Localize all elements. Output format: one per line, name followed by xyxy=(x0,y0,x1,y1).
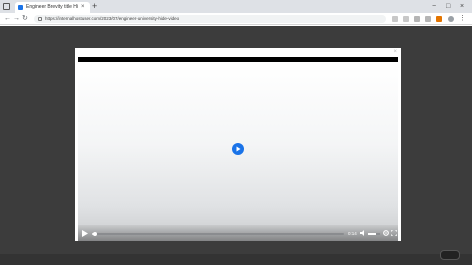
extension-icon[interactable] xyxy=(392,16,398,22)
menu-icon[interactable]: ⋮ xyxy=(459,15,466,22)
reload-icon[interactable]: ↻ xyxy=(22,14,28,24)
extension-icon[interactable] xyxy=(436,16,442,22)
address-bar[interactable]: https://internalhostuser.com/2023/07/eng… xyxy=(34,15,386,23)
video-modal: × 0:14 xyxy=(75,48,401,241)
progress-bar[interactable] xyxy=(92,232,344,236)
play-control-icon[interactable] xyxy=(82,230,88,237)
video-controls: 0:14 xyxy=(78,225,398,241)
page-footer xyxy=(0,254,472,265)
fullscreen-icon[interactable] xyxy=(391,230,397,236)
volume-slider[interactable] xyxy=(368,233,380,235)
close-window-button[interactable]: × xyxy=(460,1,464,12)
maximize-button[interactable]: □ xyxy=(446,1,450,12)
favicon-icon xyxy=(18,5,23,10)
extension-icon[interactable] xyxy=(425,16,431,22)
chat-button[interactable] xyxy=(440,250,460,260)
settings-gear-icon[interactable] xyxy=(383,230,389,236)
volume-fill xyxy=(368,233,377,235)
browser-tab-bar: Engineer Brevity title Hide × + − □ × xyxy=(0,0,472,13)
minimize-button[interactable]: − xyxy=(432,1,436,12)
lock-icon[interactable] xyxy=(38,17,42,21)
progress-handle[interactable] xyxy=(92,232,97,236)
volume-icon[interactable] xyxy=(360,230,366,236)
modal-header-strip xyxy=(78,57,398,62)
back-arrow-icon[interactable]: ← xyxy=(4,14,11,24)
time-display: 0:14 xyxy=(348,231,357,236)
extension-icon[interactable] xyxy=(414,16,420,22)
url-text: https://internalhostuser.com/2023/07/eng… xyxy=(45,16,180,21)
tab-title: Engineer Brevity title Hide xyxy=(26,4,78,10)
window-icon[interactable] xyxy=(3,3,10,10)
extension-icon[interactable] xyxy=(403,16,409,22)
forward-arrow-icon[interactable]: → xyxy=(13,14,20,24)
browser-toolbar: ← → ↻ https://internalhostuser.com/2023/… xyxy=(0,13,472,25)
new-tab-button[interactable]: + xyxy=(92,1,97,12)
modal-close-icon[interactable]: × xyxy=(393,49,397,56)
play-icon[interactable] xyxy=(232,143,244,155)
profile-icon[interactable] xyxy=(448,16,454,22)
tab-close-icon[interactable]: × xyxy=(81,3,85,12)
browser-tab[interactable]: Engineer Brevity title Hide × xyxy=(15,2,90,13)
video-player[interactable]: 0:14 xyxy=(78,65,398,241)
